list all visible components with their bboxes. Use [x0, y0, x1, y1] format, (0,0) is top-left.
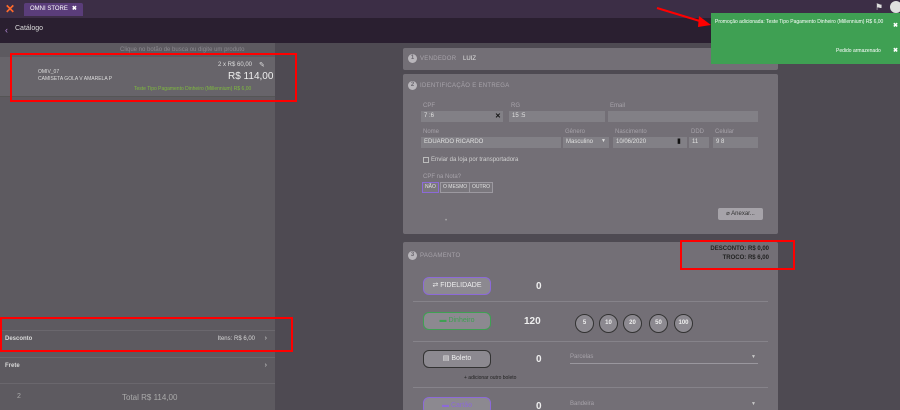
celular-field[interactable]: 9 8 — [713, 137, 758, 148]
step-number: 3 — [408, 251, 417, 260]
boleto-button[interactable]: ▤ Boleto — [423, 350, 491, 368]
cartao-button[interactable]: ▬ Cartão — [423, 397, 491, 410]
small-dot: • — [445, 218, 448, 224]
cartao-label: Cartão — [450, 402, 472, 409]
clear-icon[interactable]: ✕ — [495, 112, 501, 120]
bandeira-label: Bandeira — [570, 401, 595, 407]
close-icon[interactable]: ✖ — [893, 22, 898, 29]
total-count: 2 — [17, 393, 21, 400]
coin-50-button[interactable]: 50 — [649, 314, 668, 333]
vendedor-title: VENDEDOR — [420, 56, 457, 62]
caret-down-icon: ▼ — [751, 354, 756, 360]
cpf-nota-label: CPF na Nota? — [423, 174, 462, 180]
annotation-arrow — [656, 7, 711, 27]
identificacao-title: IDENTIFICAÇÃO E ENTREGA — [420, 83, 510, 89]
dinheiro-button[interactable]: ▬ Dinheiro — [423, 312, 491, 330]
coin-100-button[interactable]: 100 — [674, 314, 693, 333]
swap-icon: ⇄ — [432, 282, 439, 289]
cpf-nota-outro[interactable]: OUTRO — [469, 182, 494, 193]
cpf-nota-mesmo[interactable]: O MESMO — [440, 182, 471, 193]
ddd-label: DDD — [691, 129, 704, 135]
divider — [413, 301, 768, 302]
cpf-label: CPF — [423, 103, 435, 109]
fidelidade-label: FIDELIDADE — [440, 282, 482, 289]
pagamento-title: PAGAMENTO — [420, 253, 461, 259]
toast-pedido: Pedido armazenado ✖ — [711, 39, 900, 64]
annotation-box — [0, 317, 293, 352]
dinheiro-value: 120 — [524, 316, 541, 327]
genero-value: Masculino — [566, 139, 594, 145]
barcode-icon: ▤ — [442, 355, 450, 362]
omni-store-logo-icon: ✕ — [5, 2, 16, 16]
tab-label: OMNI STORE — [30, 6, 68, 12]
nascimento-label: Nascimento — [615, 129, 647, 135]
coin-5-button[interactable]: 5 — [575, 314, 594, 333]
genero-label: Gênero — [565, 129, 586, 135]
chevron-left-icon[interactable]: ‹ — [5, 25, 8, 35]
coin-20-button[interactable]: 20 — [623, 314, 642, 333]
close-icon[interactable]: ✖ — [893, 47, 898, 54]
identificacao-card: 2 IDENTIFICAÇÃO E ENTREGA CPF 7 :6 ✕ RG … — [403, 74, 778, 234]
card-icon: ▬ — [442, 402, 450, 409]
frete-row[interactable]: Frete › — [0, 357, 275, 377]
boleto-label: Boleto — [451, 355, 472, 362]
tab-omni-store[interactable]: OMNI STORE ✖ — [24, 3, 83, 16]
avatar[interactable] — [890, 1, 900, 13]
step-number: 1 — [408, 54, 417, 63]
toast-promocao-text: Promoção adicionada: Teste Tipo Pagament… — [715, 19, 884, 25]
vendedor-name[interactable]: LUIZ — [463, 56, 476, 62]
total-row: 2 Total R$ 114,00 — [0, 383, 275, 410]
rg-label: RG — [511, 103, 520, 109]
annotation-box — [10, 53, 297, 102]
coin-10-button[interactable]: 10 — [599, 314, 618, 333]
anexar-button[interactable]: ⌀ Anexar... — [718, 208, 763, 220]
dinheiro-label: Dinheiro — [448, 317, 475, 324]
add-boleto-link[interactable]: + adicionar outro boleto — [464, 375, 516, 381]
chevron-right-icon: › — [264, 362, 267, 369]
paperclip-icon: ⌀ — [726, 211, 730, 217]
cpf-nota-nao[interactable]: NÃO — [422, 182, 439, 193]
ddd-field[interactable]: 11 — [689, 137, 709, 148]
tab-close-icon[interactable]: ✖ — [72, 3, 77, 16]
fidelidade-value: 0 — [536, 281, 542, 292]
nome-label: Nome — [423, 129, 440, 135]
cash-icon: ▬ — [439, 317, 447, 324]
divider — [413, 387, 768, 388]
email-field[interactable] — [608, 111, 758, 122]
step-number: 2 — [408, 81, 417, 90]
bandeira-select[interactable]: Bandeira ▼ — [570, 399, 758, 410]
calendar-icon[interactable]: ▮ — [677, 137, 681, 145]
caret-down-icon: ▼ — [751, 401, 756, 407]
toast-promocao: Promoção adicionada: Teste Tipo Pagament… — [711, 13, 900, 39]
cartao-value: 0 — [536, 401, 542, 410]
chevron-down-icon: ▼ — [601, 138, 606, 144]
rg-field[interactable]: 15 :5 — [509, 111, 605, 122]
boleto-value: 0 — [536, 354, 542, 365]
frete-label: Frete — [5, 363, 20, 369]
parcelas-select[interactable]: Parcelas ▼ — [570, 352, 758, 364]
enviar-checkbox[interactable] — [423, 157, 429, 163]
total-value: Total R$ 114,00 — [122, 393, 178, 402]
anexar-label: Anexar... — [731, 211, 755, 217]
divider — [413, 341, 768, 342]
celular-label: Celular — [715, 129, 735, 135]
parcelas-label: Parcelas — [570, 354, 594, 360]
email-label: Email — [610, 103, 626, 109]
page-title[interactable]: Catálogo — [15, 25, 43, 32]
fidelidade-button[interactable]: ⇄ FIDELIDADE — [423, 277, 491, 295]
enviar-label: Enviar da loja por transportadora — [431, 157, 519, 163]
nome-field[interactable]: EDUARDO RICARDO — [421, 137, 561, 148]
cpf-field[interactable]: 7 :6 — [421, 111, 503, 122]
toast-pedido-text: Pedido armazenado — [836, 48, 881, 54]
annotation-box — [680, 240, 795, 270]
nascimento-field[interactable]: 10/06/2020 — [613, 137, 687, 148]
